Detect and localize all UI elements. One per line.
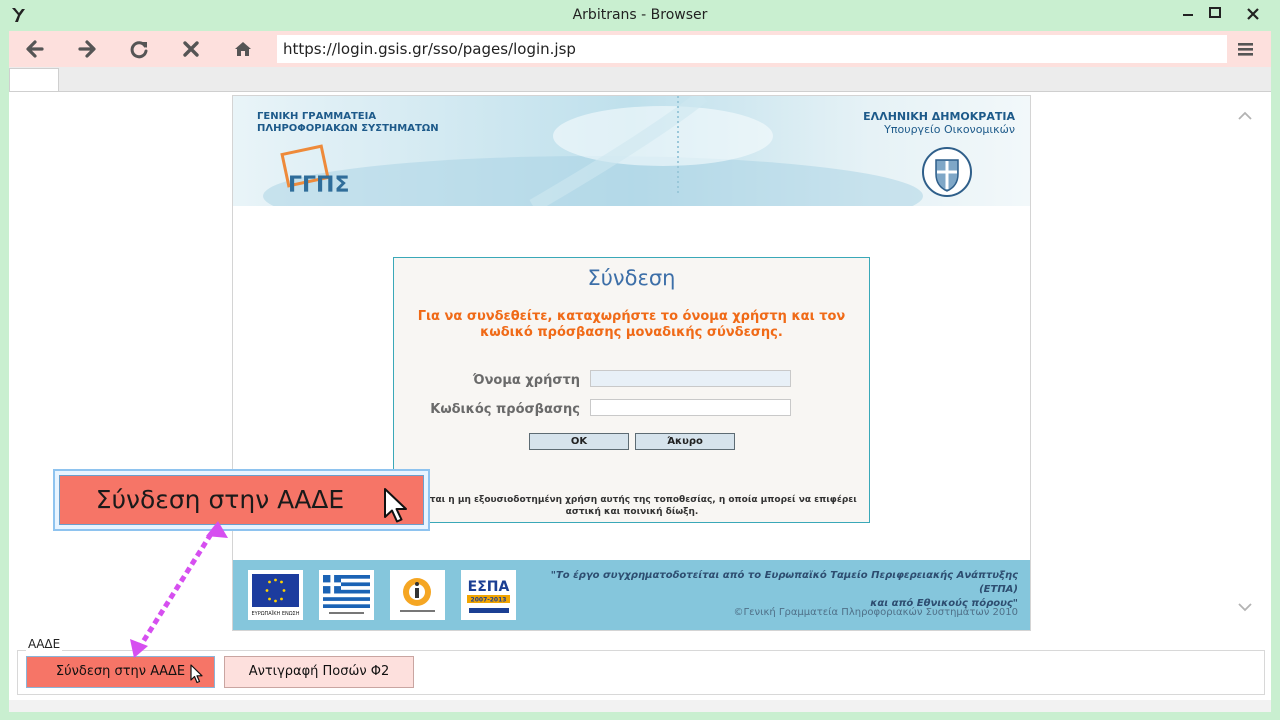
svg-text:ΕΥΡΩΠΑΪΚΗ ΕΝΩΣΗ: ΕΥΡΩΠΑΪΚΗ ΕΝΩΣΗ: [252, 610, 300, 617]
banner-left-title: ΓΕΝΙΚΗ ΓΡΑΜΜΑΤΕΙΑ: [257, 111, 377, 122]
aade-login-button[interactable]: Σύνδεση στην ΑΑΔΕ: [26, 656, 215, 688]
copy-f2-amounts-button[interactable]: Αντιγραφή Ποσών Φ2: [224, 656, 414, 688]
stop-icon[interactable]: [174, 34, 208, 64]
copy-f2-amounts-button-label: Αντιγραφή Ποσών Φ2: [248, 664, 390, 679]
username-label: Όνομα χρήστη: [472, 373, 580, 388]
warning-line: αστική και ποινική δίωξη.: [565, 507, 699, 517]
zoomed-cursor-icon: [384, 488, 407, 523]
window-title: Arbitrans - Browser: [572, 7, 708, 23]
page-footer-band: ΕΥΡΩΠΑΪΚΗ ΕΝΩΣΗ ΕΣΠΑ 2007-2013 "Το έργο …: [233, 560, 1030, 630]
banner-left-subtitle: ΠΛΗΡΟΦΟΡΙΑΚΩΝ ΣΥΣΤΗΜΑΤΩΝ: [257, 123, 439, 134]
svg-text:ΕΣΠΑ: ΕΣΠΑ: [468, 579, 510, 595]
forward-arrow-icon[interactable]: [70, 34, 104, 64]
eu-flag-logo: ΕΥΡΩΠΑΪΚΗ ΕΝΩΣΗ: [248, 570, 303, 620]
infosoc-logo: [390, 570, 445, 620]
funding-line: "Το έργο συγχρηματοδοτείται από το Ευρωπ…: [550, 570, 1018, 595]
username-input[interactable]: [590, 370, 791, 387]
password-label: Κωδικός πρόσβασης: [430, 402, 580, 417]
close-icon[interactable]: [1236, 2, 1270, 26]
funding-statement: "Το έργο συγχρηματοδοτείται από το Ευρωπ…: [523, 569, 1018, 611]
menu-icon[interactable]: [1228, 34, 1262, 64]
cancel-button[interactable]: Άκυρο: [635, 433, 735, 450]
gsis-login-page: ΓΓΠΣ ΓΕΝΙΚΗ ΓΡΑΜΜΑΤΕΙΑ ΠΛΗΡΟΦΟΡΙΑΚΩΝ ΣΥΣ…: [232, 95, 1031, 631]
login-panel: Σύνδεση Για να συνδεθείτε, καταχωρήστε τ…: [393, 257, 870, 523]
scroll-down-icon[interactable]: [1236, 597, 1254, 617]
home-icon[interactable]: [226, 34, 260, 64]
zoomed-aade-login-button: Σύνδεση στην ΑΑΔΕ: [59, 475, 424, 525]
zoomed-button-label: Σύνδεση στην ΑΑΔΕ: [95, 485, 345, 514]
password-input[interactable]: [590, 399, 791, 416]
svg-text:ΓΓΠΣ: ΓΓΠΣ: [288, 173, 349, 198]
status-bar: [9, 700, 1271, 712]
banner-right-subtitle: Υπουργείο Οικονομικών: [884, 123, 1015, 136]
mouse-cursor-icon: [190, 664, 203, 684]
url-address-input[interactable]: [277, 35, 1227, 63]
coat-of-arms-emblem: [922, 147, 972, 197]
warning-line: ρεύεται η μη εξουσιοδοτημένη χρήση αυτής…: [407, 495, 857, 505]
browser-tab[interactable]: [9, 68, 59, 92]
espa-logo: ΕΣΠΑ 2007-2013: [461, 570, 516, 620]
svg-text:2007-2013: 2007-2013: [471, 597, 507, 604]
back-arrow-icon[interactable]: [18, 34, 52, 64]
banner-right-title: ΕΛΛΗΝΙΚΗ ΔΗΜΟΚΡΑΤΙΑ: [863, 110, 1015, 123]
zoom-callout: Σύνδεση στην ΑΑΔΕ: [53, 469, 430, 531]
ok-button[interactable]: ΟΚ: [529, 433, 629, 450]
copyright-text: ©Γενική Γραμματεία Πληροφοριακών Συστημά…: [733, 607, 1018, 618]
page-header-banner: ΓΓΠΣ ΓΕΝΙΚΗ ΓΡΑΜΜΑΤΕΙΑ ΠΛΗΡΟΦΟΡΙΑΚΩΝ ΣΥΣ…: [233, 96, 1030, 206]
scroll-up-icon[interactable]: [1236, 106, 1254, 126]
maximize-icon[interactable]: [1198, 2, 1232, 26]
login-title: Σύνδεση: [587, 266, 676, 290]
tab-strip: [9, 67, 1271, 91]
browser-toolbar: [9, 31, 1271, 67]
greek-flag-logo: [319, 570, 374, 620]
login-instructions: Για να συνδεθείτε, καταχωρήστε το όνομα …: [417, 309, 846, 340]
aade-login-button-label: Σύνδεση στην ΑΑΔΕ: [55, 664, 186, 679]
aade-group-label: ΑΑΔΕ: [26, 637, 63, 651]
unauthorized-use-warning: ρεύεται η μη εξουσιοδοτημένη χρήση αυτής…: [402, 494, 862, 518]
refresh-icon[interactable]: [122, 34, 156, 64]
